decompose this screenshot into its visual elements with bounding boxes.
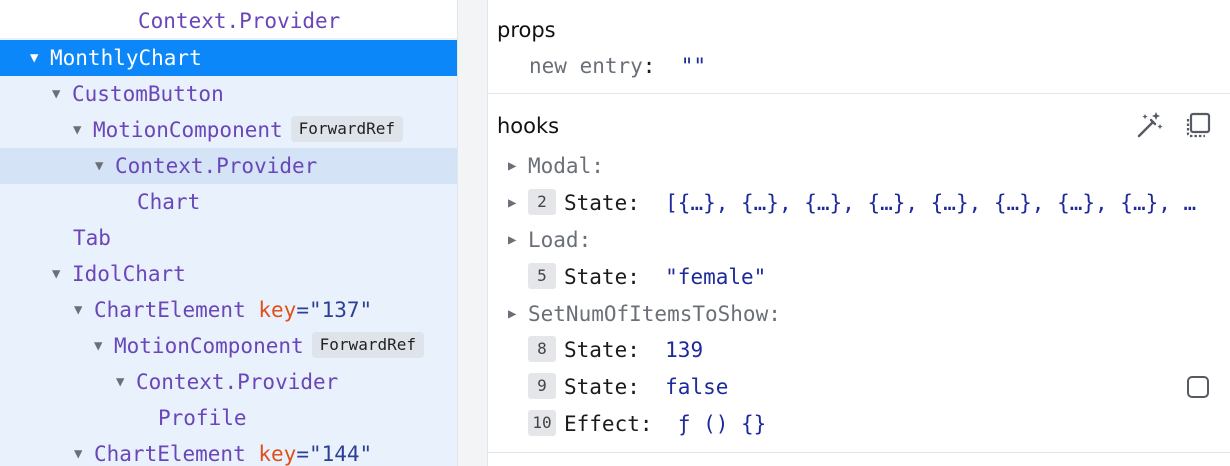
tree-row-context-provider[interactable]: ▼ Context.Provider xyxy=(116,364,338,400)
tree-row-custombutton[interactable]: ▼ CustomButton xyxy=(52,76,224,112)
tree-row-idolchart[interactable]: ▼ IdolChart xyxy=(52,256,186,292)
hook-value: [{…}, {…}, {…}, {…}, {…}, {…}, {…}, {…},… xyxy=(665,191,1197,215)
hook-row-setnumofitemstoshow[interactable]: ▶ SetNumOfItemsToShow: xyxy=(508,296,781,332)
prop-name: new entry xyxy=(529,54,643,78)
tree-row-context-provider[interactable]: Context.Provider xyxy=(118,3,340,39)
hook-index: 2 xyxy=(528,189,556,215)
key-prop-label: key xyxy=(258,298,297,322)
expand-triangle-icon[interactable]: ▼ xyxy=(52,256,72,292)
expand-triangle-icon[interactable]: ▶ xyxy=(508,185,528,221)
hook-row-state[interactable]: 8 State: 139 xyxy=(528,332,703,368)
hook-index: 9 xyxy=(528,373,556,399)
magic-wand-icon[interactable] xyxy=(1134,109,1166,141)
section-divider xyxy=(488,93,1230,94)
hook-row-state[interactable]: ▶ 2 State: [{…}, {…}, {…}, {…}, {…}, {…}, … xyxy=(508,185,1196,221)
expand-triangle-icon[interactable]: ▼ xyxy=(116,364,136,400)
tree-row-motioncomponent[interactable]: ▼ MotionComponent ForwardRef xyxy=(94,328,424,364)
hook-value[interactable]: "female" xyxy=(665,265,766,289)
inspector-panel: props new entry: "" hooks ▶ Modal: ▶ 2 Stat… xyxy=(488,0,1230,466)
prop-entry[interactable]: new entry: "" xyxy=(529,48,706,84)
hook-row-state[interactable]: 9 State: false xyxy=(528,369,728,405)
copy-icon[interactable] xyxy=(1183,109,1215,141)
expand-triangle-icon[interactable]: ▼ xyxy=(74,292,94,328)
state-checkbox[interactable] xyxy=(1187,376,1209,398)
expand-triangle-icon[interactable]: ▶ xyxy=(508,148,528,184)
expand-triangle-icon[interactable]: ▼ xyxy=(95,148,115,184)
hook-index: 8 xyxy=(528,336,556,362)
tree-row-chartelement[interactable]: ▼ ChartElement key="144" xyxy=(74,436,372,466)
expand-triangle-icon[interactable]: ▶ xyxy=(508,296,528,332)
hook-index: 10 xyxy=(528,410,556,436)
hook-row-state[interactable]: 5 State: "female" xyxy=(528,259,766,295)
hook-row-effect[interactable]: 10 Effect: ƒ () {} xyxy=(528,406,766,442)
hook-value[interactable]: 139 xyxy=(665,338,703,362)
expand-triangle-icon[interactable]: ▼ xyxy=(73,112,93,148)
key-prop-label: key xyxy=(258,442,297,466)
expand-triangle-icon[interactable]: ▼ xyxy=(94,328,114,364)
tree-row-monthlychart[interactable]: ▼ MonthlyChart xyxy=(30,40,202,76)
hook-row-load[interactable]: ▶ Load: xyxy=(508,222,591,258)
hook-row-modal[interactable]: ▶ Modal: xyxy=(508,148,604,184)
tree-row-motioncomponent[interactable]: ▼ MotionComponent ForwardRef xyxy=(73,112,403,148)
key-prop-value: "144" xyxy=(308,442,373,466)
hook-index: 5 xyxy=(528,263,556,289)
tree-row-chartelement[interactable]: ▼ ChartElement key="137" xyxy=(74,292,372,328)
tree-row-profile[interactable]: Profile xyxy=(138,400,247,436)
prop-value[interactable]: "" xyxy=(681,54,706,78)
expand-triangle-icon[interactable]: ▼ xyxy=(74,436,94,466)
props-section-title: props xyxy=(497,18,556,42)
expand-triangle-icon[interactable]: ▶ xyxy=(508,222,528,258)
tree-row-tab[interactable]: Tab xyxy=(53,220,111,256)
forwardref-badge: ForwardRef xyxy=(290,116,403,142)
forwardref-badge: ForwardRef xyxy=(311,332,424,358)
hook-value[interactable]: false xyxy=(665,375,728,399)
key-prop-value: "137" xyxy=(308,298,373,322)
expand-triangle-icon[interactable]: ▼ xyxy=(30,40,50,76)
hook-value: ƒ () {} xyxy=(677,412,767,436)
tree-row-context-provider[interactable]: ▼ Context.Provider xyxy=(95,148,317,184)
section-divider xyxy=(488,452,1230,453)
component-tree: Context.Provider ▼ MonthlyChart ▼ CustomBu… xyxy=(0,0,457,466)
expand-triangle-icon[interactable]: ▼ xyxy=(52,76,72,112)
divider xyxy=(457,0,458,466)
tree-row-chart[interactable]: Chart xyxy=(117,184,200,220)
hooks-section-title: hooks xyxy=(497,114,560,138)
resize-gutter[interactable] xyxy=(457,0,487,466)
